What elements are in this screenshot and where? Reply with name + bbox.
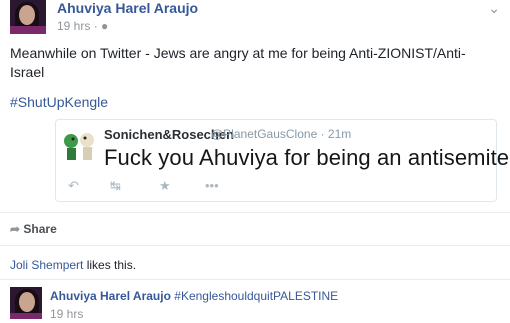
divider bbox=[0, 245, 510, 246]
more-icon[interactable]: ••• bbox=[205, 178, 219, 193]
facebook-post: Ahuviya Harel Araujo 19 hrs · ● ⌄ Meanwh… bbox=[0, 0, 510, 323]
post-body: Meanwhile on Twitter - Jews are angry at… bbox=[10, 45, 466, 80]
chevron-down-icon[interactable]: ⌄ bbox=[488, 0, 500, 17]
comment: Ahuviya Harel Araujo #KengleshouldquitPA… bbox=[50, 289, 338, 303]
share-icon: ➦ bbox=[10, 222, 21, 236]
globe-icon: ● bbox=[101, 19, 109, 33]
reply-icon[interactable]: ↶ bbox=[68, 178, 79, 194]
comment-text[interactable]: #KengleshouldquitPALESTINE bbox=[174, 289, 338, 303]
share-button[interactable]: ➦ Share bbox=[10, 222, 57, 236]
embedded-tweet[interactable]: Sonichen&Rosechen @PlanetGausClone · 21m… bbox=[55, 119, 510, 202]
tweet-text: Fuck you Ahuviya for being an antisemite… bbox=[104, 145, 510, 170]
post-hashtag[interactable]: #ShutUpKengle bbox=[10, 94, 108, 110]
divider bbox=[0, 279, 510, 280]
tweet-avatar[interactable] bbox=[60, 126, 98, 164]
author-avatar[interactable] bbox=[10, 0, 46, 34]
comment-avatar[interactable] bbox=[10, 287, 42, 319]
divider bbox=[0, 212, 510, 213]
dot-separator: · bbox=[93, 19, 102, 33]
tweet-handle[interactable]: @PlanetGausClone · 21m bbox=[211, 127, 351, 141]
post-time[interactable]: 19 hrs bbox=[57, 19, 90, 33]
liker-name[interactable]: Joli Shempert bbox=[10, 258, 83, 272]
comment-time[interactable]: 19 hrs bbox=[50, 307, 83, 321]
favorite-icon[interactable]: ★ bbox=[159, 178, 171, 194]
post-author[interactable]: Ahuviya Harel Araujo bbox=[57, 0, 198, 16]
comment-author[interactable]: Ahuviya Harel Araujo bbox=[50, 289, 171, 303]
likes-suffix: likes this. bbox=[83, 258, 137, 272]
likes-line: Joli Shempert likes this. bbox=[10, 258, 136, 272]
share-label: Share bbox=[23, 222, 57, 236]
retweet-icon[interactable]: ↹ bbox=[110, 178, 121, 194]
post-meta: 19 hrs · ● bbox=[57, 19, 108, 33]
